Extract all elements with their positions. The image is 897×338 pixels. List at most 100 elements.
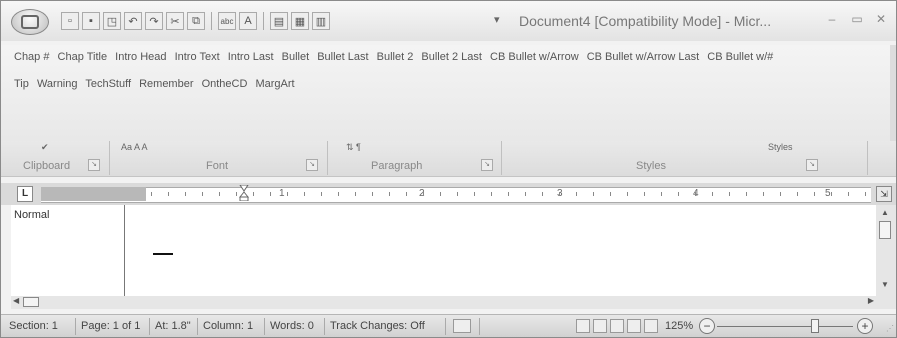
status-separator [324,318,325,335]
status-bar: Section: 1 Page: 1 of 1 At: 1.8" Column:… [1,314,896,337]
style-item[interactable]: CB Bullet w/# [707,51,773,63]
resize-grip-icon[interactable]: ⋰ [886,324,894,333]
ruler-tick [236,192,237,196]
view-ruler-icon[interactable]: ⇲ [876,186,892,202]
zoom-slider-thumb[interactable] [810,319,819,333]
copy-icon[interactable]: ⧉ [187,12,205,30]
save-icon[interactable]: ▪ [82,12,100,30]
print-layout-view-icon[interactable] [576,319,590,333]
style-item[interactable]: CB Bullet w/Arrow Last [587,51,699,63]
style-item[interactable]: Intro Last [228,51,274,63]
zoom-level[interactable]: 125% [665,320,693,332]
style-item[interactable]: Bullet 2 Last [421,51,482,63]
styles-top-label[interactable]: Styles [768,142,793,152]
style-gallery-row: Tip Warning TechStuff Remember OntheCD M… [14,78,300,90]
group-label-paragraph: Paragraph [371,160,423,172]
ruler-tick [389,192,390,196]
print-layout-icon[interactable]: ▦ [291,12,309,30]
document-area[interactable]: Normal [11,205,876,296]
group-label-font: Font [206,160,229,172]
styles-launcher-icon[interactable]: ↘ [806,159,818,171]
style-item[interactable]: Intro Text [175,51,220,63]
ruler-tick [780,192,781,196]
zoom-slider[interactable] [717,326,853,327]
scroll-down-icon[interactable]: ▼ [881,280,889,289]
status-separator [197,318,198,335]
status-track-changes[interactable]: Track Changes: Off [330,320,425,332]
ruler-tick [576,192,577,196]
zoom-in-button[interactable]: + [857,318,873,334]
tab-selector[interactable]: L [17,186,33,202]
spelling-icon[interactable]: abc [218,12,236,30]
style-item[interactable]: Bullet Last [317,51,368,63]
draft-view-status-icon[interactable] [644,319,658,333]
draft-view-icon[interactable]: ▥ [312,12,330,30]
undo-icon[interactable]: ↶ [124,12,142,30]
close-button[interactable]: ✕ [871,12,891,28]
web-layout-icon[interactable] [610,319,624,333]
scroll-right-icon[interactable]: ▶ [868,296,874,305]
status-section[interactable]: Section: 1 [9,320,58,332]
clipboard-launcher-icon[interactable]: ↘ [88,159,100,171]
style-item[interactable]: OntheCD [202,78,248,90]
status-at[interactable]: At: 1.8" [155,320,191,332]
document-view-icon[interactable]: ▤ [270,12,288,30]
zoom-out-button[interactable]: − [699,318,715,334]
redo-icon[interactable]: ↷ [145,12,163,30]
full-screen-reading-icon[interactable] [593,319,607,333]
vertical-scrollbar[interactable]: ▲ ▼ [876,205,896,296]
style-item[interactable]: Bullet 2 [377,51,414,63]
status-separator [75,318,76,335]
maximize-button[interactable]: ▭ [847,12,867,28]
font-launcher-icon[interactable]: ↘ [306,159,318,171]
status-page[interactable]: Page: 1 of 1 [81,320,140,332]
status-words[interactable]: Words: 0 [270,320,314,332]
style-item[interactable]: Tip [14,78,29,90]
minimize-button[interactable]: – [822,12,842,28]
new-document-icon[interactable]: ▫ [61,12,79,30]
style-item[interactable]: CB Bullet w/Arrow [490,51,579,63]
ruler-tick [525,192,526,196]
insertion-cursor [153,253,173,255]
ruler-number: 1 [279,188,285,199]
gallery-scrollbar[interactable] [890,45,896,141]
indent-marker-icon[interactable] [239,185,249,201]
status-separator [149,318,150,335]
cut-icon[interactable]: ✂ [166,12,184,30]
font-color-icon[interactable]: A [239,12,257,30]
qat-customize-dropdown-icon[interactable]: ▾ [494,13,500,26]
ruler-tick [661,192,662,196]
ruler-tick [627,192,628,196]
paragraph-sort-icon[interactable]: ⇅ ¶ [346,142,361,152]
style-area-label: Normal [14,209,50,221]
scroll-up-icon[interactable]: ▲ [881,208,889,217]
vertical-scroll-thumb[interactable] [879,221,891,239]
style-item[interactable]: Remember [139,78,193,90]
outline-view-icon[interactable] [627,319,641,333]
open-icon[interactable]: ◳ [103,12,121,30]
style-item[interactable]: Warning [37,78,78,90]
style-item[interactable]: Bullet [282,51,310,63]
ruler-tick [644,192,645,196]
ruler-tick [848,192,849,196]
ruler-tick [151,192,152,196]
status-separator [445,318,446,335]
style-item[interactable]: Chap Title [58,51,108,63]
ruler-tick [270,192,271,196]
status-column[interactable]: Column: 1 [203,320,253,332]
format-painter-icon[interactable]: ✔ [41,142,49,152]
scroll-left-icon[interactable]: ◀ [13,296,19,305]
style-gallery-row: Chap # Chap Title Intro Head Intro Text … [14,51,778,63]
style-item[interactable]: Intro Head [115,51,166,63]
font-size-icons[interactable]: Aa A A [121,142,148,152]
paragraph-launcher-icon[interactable]: ↘ [481,159,493,171]
office-button[interactable] [11,9,49,35]
office-logo-icon [21,15,39,29]
style-item[interactable]: MargArt [255,78,294,90]
group-separator [867,141,868,175]
horizontal-scrollbar[interactable]: ◀ ▶ [11,296,896,309]
macro-record-icon[interactable] [453,319,471,333]
horizontal-scroll-thumb[interactable] [23,297,39,307]
style-item[interactable]: Chap # [14,51,49,63]
style-item[interactable]: TechStuff [85,78,131,90]
